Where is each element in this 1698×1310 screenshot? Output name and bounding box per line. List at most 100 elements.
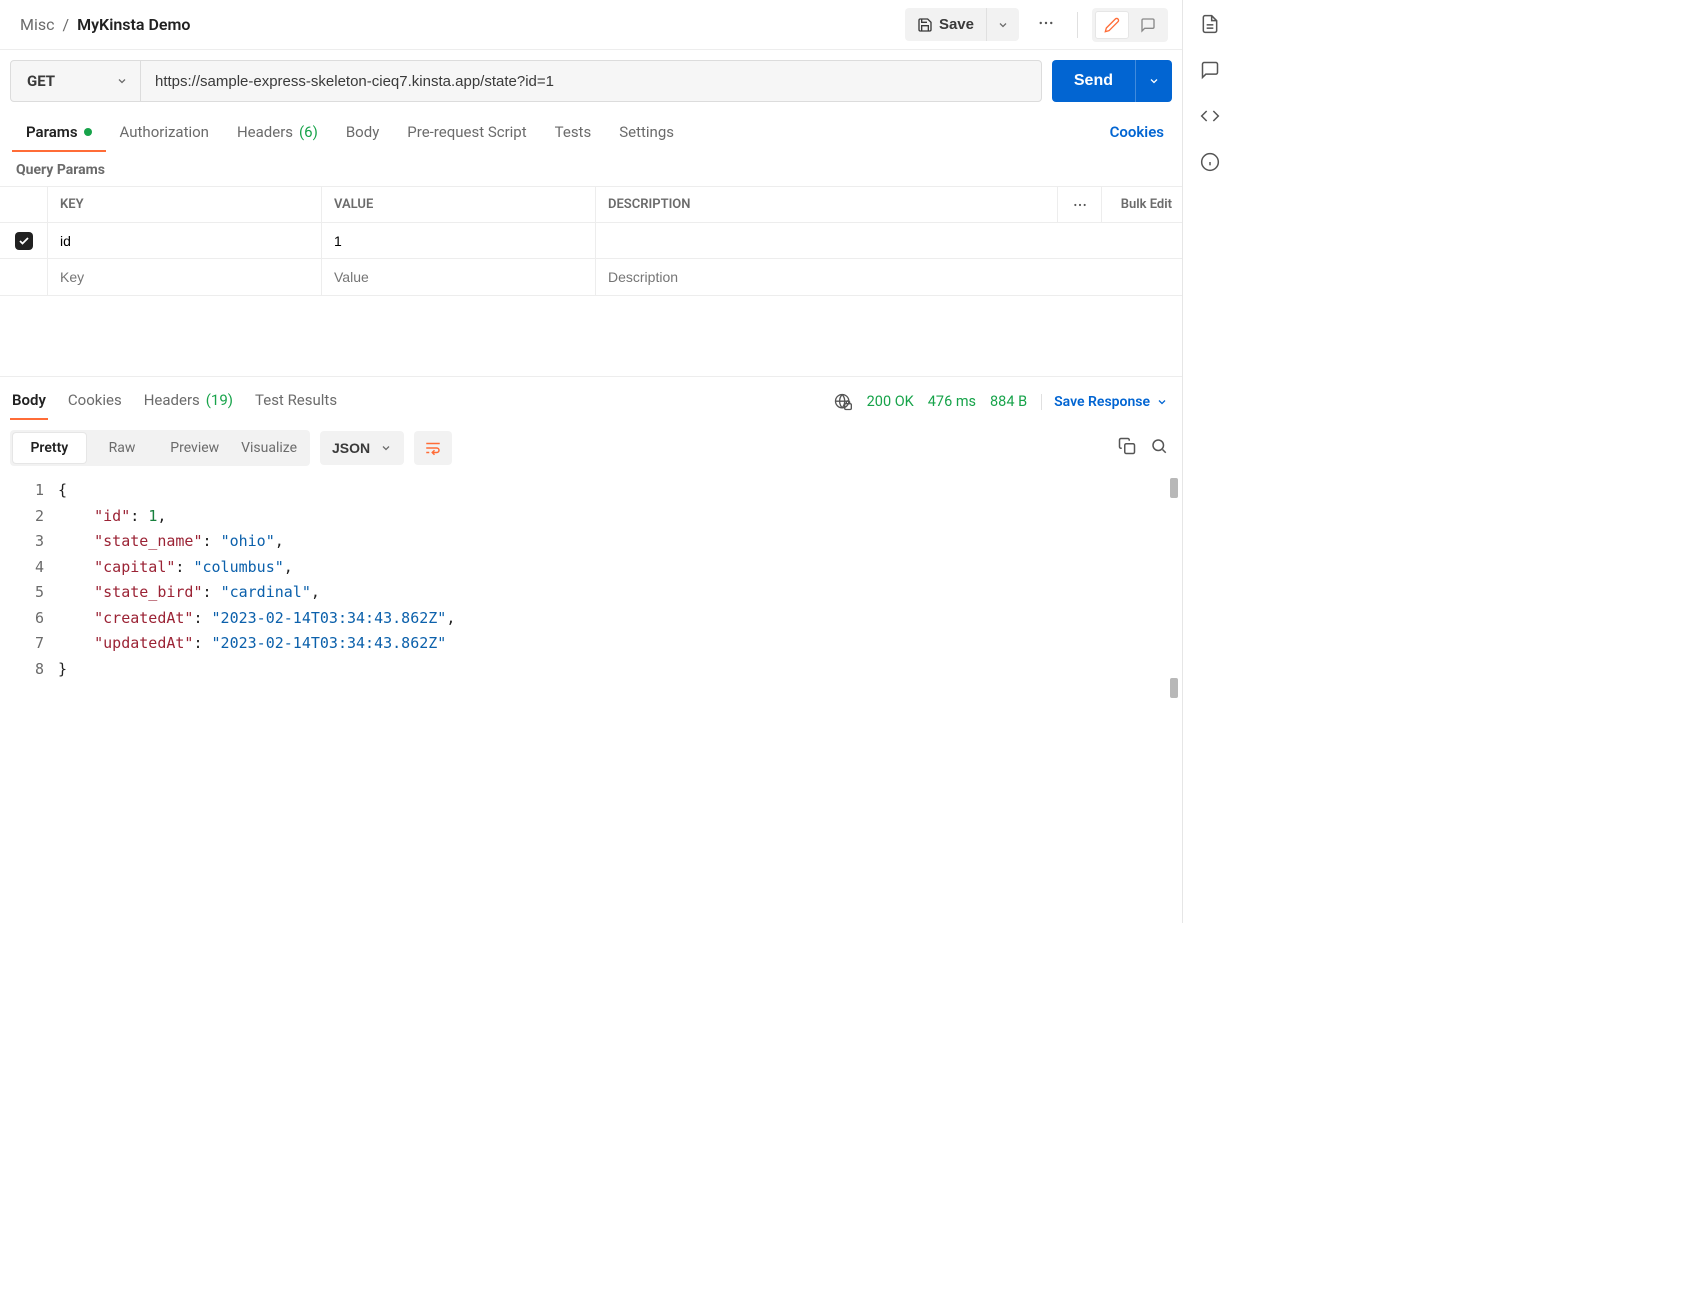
resp-tab-body[interactable]: Body [10,383,48,420]
body-type-label: JSON [332,440,370,456]
pencil-icon [1104,17,1120,33]
param-row [0,223,1182,259]
col-desc: DESCRIPTION [596,187,1058,222]
response-status: 200 OK [867,393,914,410]
save-label: Save [939,16,974,33]
code-button[interactable] [1200,106,1220,126]
param-value-input[interactable] [334,233,583,249]
param-value-input-new[interactable] [334,269,583,285]
cookies-link[interactable]: Cookies [1110,123,1170,141]
header-bar: Misc / MyKinsta Demo Save [0,0,1182,50]
comment-icon [1140,17,1156,33]
format-bar: Pretty Raw Preview Visualize JSON [0,420,1182,474]
search-icon [1150,437,1168,455]
search-button[interactable] [1150,437,1168,459]
view-pretty-button[interactable]: Pretty [13,433,86,463]
network-icon[interactable] [833,392,853,412]
method-select[interactable]: GET [11,61,141,101]
code-content[interactable]: { "id": 1, "state_name": "ohio", "capita… [58,478,1182,682]
query-params-title: Query Params [0,152,1182,186]
param-key-input[interactable] [60,233,309,249]
tab-prerequest[interactable]: Pre-request Script [393,113,540,152]
tab-headers[interactable]: Headers (6) [223,113,332,152]
chevron-down-icon [997,19,1009,31]
header-actions: Save [905,8,1168,42]
save-button[interactable]: Save [905,8,986,41]
document-icon [1200,14,1220,34]
tab-label: Headers [144,391,200,409]
more-horizontal-icon [1072,197,1088,213]
response-size: 884 B [990,393,1027,410]
view-visualize-button[interactable]: Visualize [231,433,307,463]
divider [1077,12,1078,38]
send-dropdown-button[interactable] [1135,60,1172,102]
resp-tab-headers[interactable]: Headers (19) [142,383,235,420]
param-desc-input-new[interactable] [608,269,1170,285]
more-horizontal-icon [1037,14,1055,32]
chevron-down-icon [1156,396,1168,408]
param-key-input-new[interactable] [60,269,309,285]
check-icon [18,235,30,247]
wrap-lines-button[interactable] [414,431,452,465]
param-enabled-checkbox[interactable] [15,232,33,250]
col-key: KEY [48,187,322,222]
param-desc-input[interactable] [608,233,1170,249]
tab-label: Params [26,123,78,141]
bulk-edit-button[interactable]: Bulk Edit [1102,187,1182,222]
breadcrumb: Misc / MyKinsta Demo [20,15,190,34]
line-gutter: 12345678 [0,478,58,682]
edit-button[interactable] [1095,11,1129,39]
save-icon [917,17,933,33]
save-dropdown-button[interactable] [986,8,1019,41]
code-icon [1200,106,1220,126]
copy-icon [1118,437,1136,455]
breadcrumb-current[interactable]: MyKinsta Demo [77,15,190,34]
col-value: VALUE [322,187,596,222]
view-preview-button[interactable]: Preview [158,433,231,463]
params-more-button[interactable] [1058,187,1102,222]
save-response-label: Save Response [1054,394,1150,410]
tab-tests[interactable]: Tests [541,113,606,152]
wrap-icon [424,439,442,457]
copy-button[interactable] [1118,437,1136,459]
save-response-button[interactable]: Save Response [1041,394,1168,410]
body-type-select[interactable]: JSON [320,431,404,465]
comment-icon [1200,60,1220,80]
info-icon [1200,152,1220,172]
documentation-button[interactable] [1200,14,1220,34]
scrollbar-thumb[interactable] [1170,478,1178,498]
resp-headers-count: (19) [206,391,233,409]
response-bar: Body Cookies Headers (19) Test Results 2… [0,376,1182,420]
response-body[interactable]: 12345678 { "id": 1, "state_name": "ohio"… [0,474,1182,702]
chevron-down-icon [1148,75,1160,87]
tab-params[interactable]: Params [12,113,106,152]
tab-authorization[interactable]: Authorization [106,113,223,152]
comment-button[interactable] [1131,11,1165,39]
modified-dot-icon [84,128,92,136]
info-button[interactable] [1200,152,1220,172]
params-table: KEY VALUE DESCRIPTION Bulk Edit [0,186,1182,296]
more-actions-button[interactable] [1029,8,1063,41]
send-button[interactable]: Send [1052,60,1135,102]
method-label: GET [27,72,55,90]
url-input[interactable] [141,61,1041,101]
scrollbar-thumb[interactable] [1170,678,1178,698]
comments-button[interactable] [1200,60,1220,80]
headers-count: (6) [299,123,318,141]
breadcrumb-parent[interactable]: Misc [20,15,55,34]
params-header-row: KEY VALUE DESCRIPTION Bulk Edit [0,187,1182,223]
param-row-new [0,259,1182,295]
right-rail [1183,0,1237,923]
chevron-down-icon [116,75,128,87]
view-raw-button[interactable]: Raw [86,433,159,463]
chevron-down-icon [380,442,392,454]
tab-body[interactable]: Body [332,113,393,152]
tab-label: Headers [237,123,293,141]
resp-tab-cookies[interactable]: Cookies [66,383,124,420]
request-tabs: Params Authorization Headers (6) Body Pr… [0,112,1182,152]
response-time: 476 ms [928,393,976,410]
request-url-row: GET Send [0,50,1182,112]
breadcrumb-separator: / [63,15,70,34]
tab-settings[interactable]: Settings [605,113,688,152]
resp-tab-testresults[interactable]: Test Results [253,383,339,420]
